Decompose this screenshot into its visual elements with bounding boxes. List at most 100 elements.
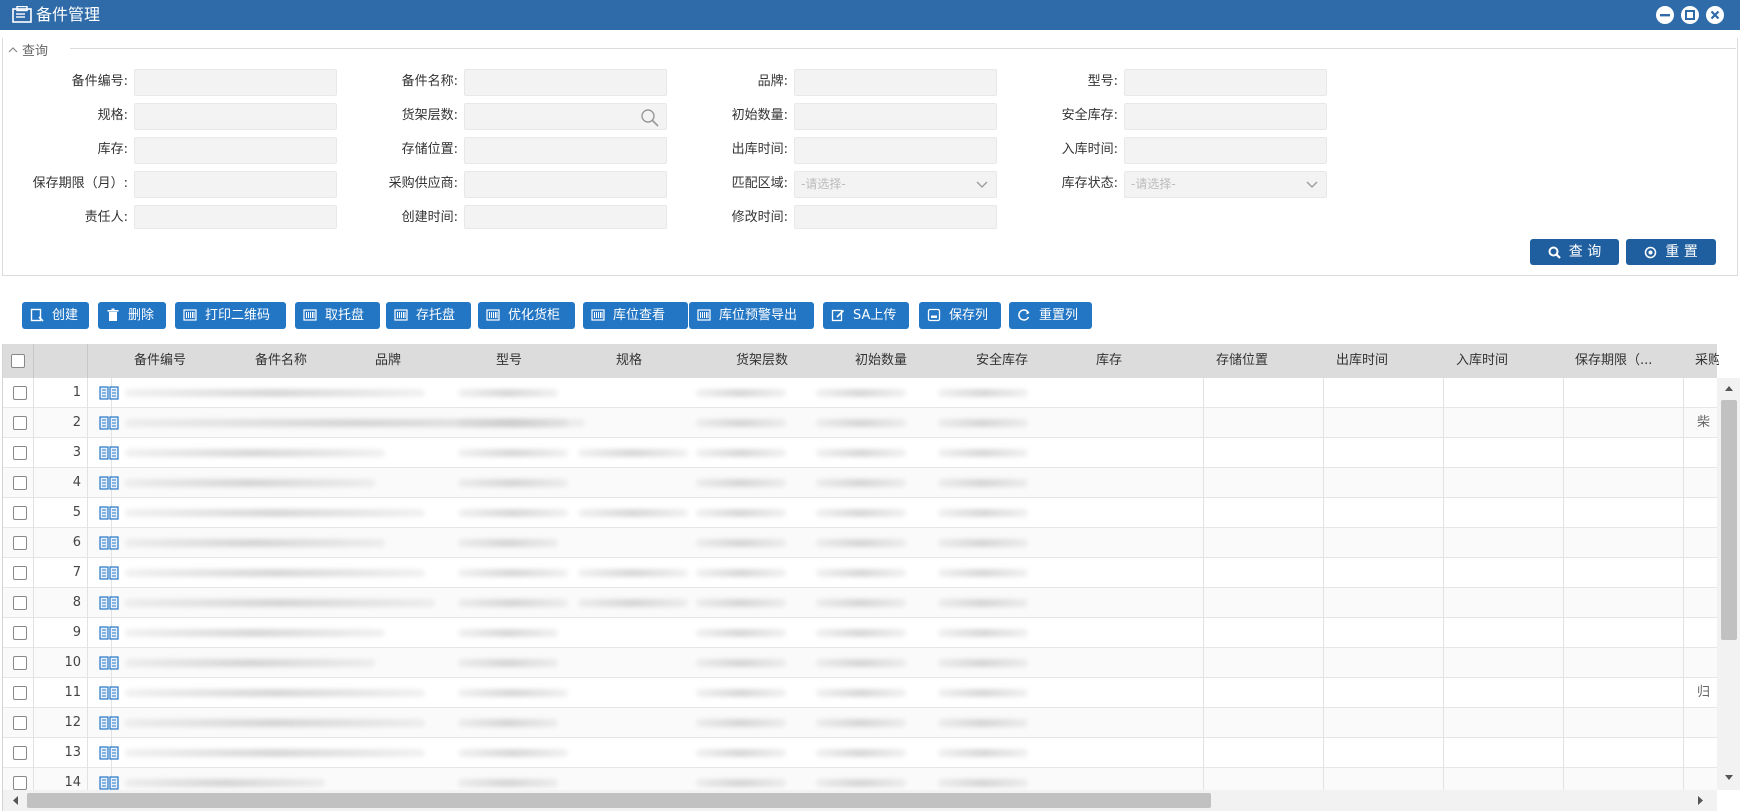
reset-button[interactable]: 重 置 <box>1626 239 1716 265</box>
open-book-icon[interactable] <box>99 716 119 730</box>
column-header[interactable]: 初始数量 <box>855 344 965 378</box>
open-book-icon[interactable] <box>99 656 119 670</box>
scroll-left-icon[interactable] <box>11 795 19 806</box>
row-checkbox[interactable] <box>13 416 27 430</box>
vertical-scrollbar[interactable] <box>1717 378 1740 790</box>
search-icon[interactable] <box>640 108 660 128</box>
row-checkbox[interactable] <box>13 746 27 760</box>
table-row[interactable]: 2柴 <box>3 408 1717 438</box>
table-row[interactable]: 9 <box>3 618 1717 648</box>
stock-input[interactable] <box>134 137 337 164</box>
outbound-time-input[interactable] <box>794 137 997 164</box>
column-header[interactable]: 备件名称 <box>255 344 365 378</box>
maximize-button[interactable] <box>1681 6 1699 24</box>
query-legend[interactable]: 查询 <box>8 40 53 59</box>
scroll-up-icon[interactable] <box>1724 384 1734 392</box>
create-time-input[interactable] <box>464 205 667 229</box>
inbound-time-input[interactable] <box>1124 137 1327 164</box>
minimize-button[interactable] <box>1656 6 1674 24</box>
spare-name-input[interactable] <box>464 69 667 96</box>
open-book-icon[interactable] <box>99 446 119 460</box>
vertical-scroll-thumb[interactable] <box>1721 400 1737 640</box>
table-row[interactable]: 8 <box>3 588 1717 618</box>
modify-time-input[interactable] <box>794 205 997 229</box>
row-checkbox[interactable] <box>13 476 27 490</box>
column-header[interactable]: 货架层数 <box>736 344 846 378</box>
row-checkbox[interactable] <box>13 776 27 790</box>
scroll-down-icon[interactable] <box>1724 774 1734 782</box>
table-row[interactable]: 4 <box>3 468 1717 498</box>
close-button[interactable] <box>1706 6 1724 24</box>
table-row[interactable]: 6 <box>3 528 1717 558</box>
open-book-icon[interactable] <box>99 506 119 520</box>
optimize-cabinet-button[interactable]: 优化货柜 <box>478 302 575 329</box>
column-header[interactable]: 采购供 <box>1695 344 1719 378</box>
horizontal-scroll-thumb[interactable] <box>27 793 1211 808</box>
table-row[interactable]: 13 <box>3 738 1717 768</box>
row-checkbox[interactable] <box>13 596 27 610</box>
table-row[interactable]: 11 归 <box>3 678 1717 708</box>
row-checkbox[interactable] <box>13 386 27 400</box>
table-row[interactable]: 7 <box>3 558 1717 588</box>
column-header[interactable]: 出库时间 <box>1336 344 1446 378</box>
row-checkbox[interactable] <box>13 566 27 580</box>
model-input[interactable] <box>1124 69 1327 96</box>
take-pallet-button[interactable]: 取托盘 <box>295 302 380 329</box>
open-book-icon[interactable] <box>99 386 119 400</box>
row-checkbox[interactable] <box>13 626 27 640</box>
open-book-icon[interactable] <box>99 626 119 640</box>
column-header[interactable]: 备件编号 <box>134 344 244 378</box>
column-header[interactable]: 库存 <box>1096 344 1206 378</box>
open-book-icon[interactable] <box>99 476 119 490</box>
table-row[interactable]: 5 <box>3 498 1717 528</box>
row-checkbox[interactable] <box>13 446 27 460</box>
open-book-icon[interactable] <box>99 746 119 760</box>
table-row[interactable]: 10 <box>3 648 1717 678</box>
open-book-icon[interactable] <box>99 776 119 790</box>
stock-status-select[interactable]: -请选择- <box>1124 171 1327 198</box>
open-book-icon[interactable] <box>99 536 119 550</box>
row-checkbox[interactable] <box>13 506 27 520</box>
row-checkbox[interactable] <box>13 536 27 550</box>
column-header[interactable]: 品牌 <box>375 344 485 378</box>
open-book-icon[interactable] <box>99 566 119 580</box>
table-row[interactable]: 14 <box>3 768 1717 790</box>
column-header[interactable]: 型号 <box>496 344 606 378</box>
table-row[interactable]: 3 <box>3 438 1717 468</box>
owner-input[interactable] <box>134 205 337 229</box>
match-area-select[interactable]: -请选择- <box>794 171 997 198</box>
column-header[interactable]: 入库时间 <box>1456 344 1566 378</box>
initial-qty-input[interactable] <box>794 103 997 130</box>
column-header[interactable]: 存储位置 <box>1216 344 1326 378</box>
save-columns-button[interactable]: 保存列 <box>919 302 1001 329</box>
spec-input[interactable] <box>134 103 337 130</box>
horizontal-scrollbar[interactable] <box>3 790 1717 811</box>
row-checkbox[interactable] <box>13 656 27 670</box>
storage-location-input[interactable] <box>464 137 667 164</box>
sa-upload-button[interactable]: SA上传 <box>823 302 909 329</box>
open-book-icon[interactable] <box>99 686 119 700</box>
shelf-life-input[interactable] <box>134 171 337 198</box>
view-location-button[interactable]: 库位查看 <box>583 302 688 329</box>
open-book-icon[interactable] <box>99 416 119 430</box>
export-location-warning-button[interactable]: 库位预警导出 <box>689 302 814 329</box>
column-header[interactable]: 保存期限（... <box>1575 344 1685 378</box>
column-header[interactable]: 规格 <box>616 344 726 378</box>
supplier-input[interactable] <box>464 171 667 198</box>
shelf-layers-input[interactable] <box>464 103 667 130</box>
column-header[interactable]: 安全库存 <box>976 344 1086 378</box>
brand-input[interactable] <box>794 69 997 96</box>
table-row[interactable]: 1 <box>3 378 1717 408</box>
open-book-icon[interactable] <box>99 596 119 610</box>
row-checkbox[interactable] <box>13 686 27 700</box>
search-button[interactable]: 查 询 <box>1530 239 1619 265</box>
store-pallet-button[interactable]: 存托盘 <box>386 302 471 329</box>
print-qrcode-button[interactable]: 打印二维码 <box>175 302 286 329</box>
select-all-checkbox[interactable] <box>11 354 25 368</box>
table-row[interactable]: 12 <box>3 708 1717 738</box>
row-checkbox[interactable] <box>13 716 27 730</box>
scroll-right-icon[interactable] <box>1697 795 1705 806</box>
spare-no-input[interactable] <box>134 69 337 96</box>
create-button[interactable]: 创建 <box>22 302 89 329</box>
delete-button[interactable]: 删除 <box>98 302 166 329</box>
